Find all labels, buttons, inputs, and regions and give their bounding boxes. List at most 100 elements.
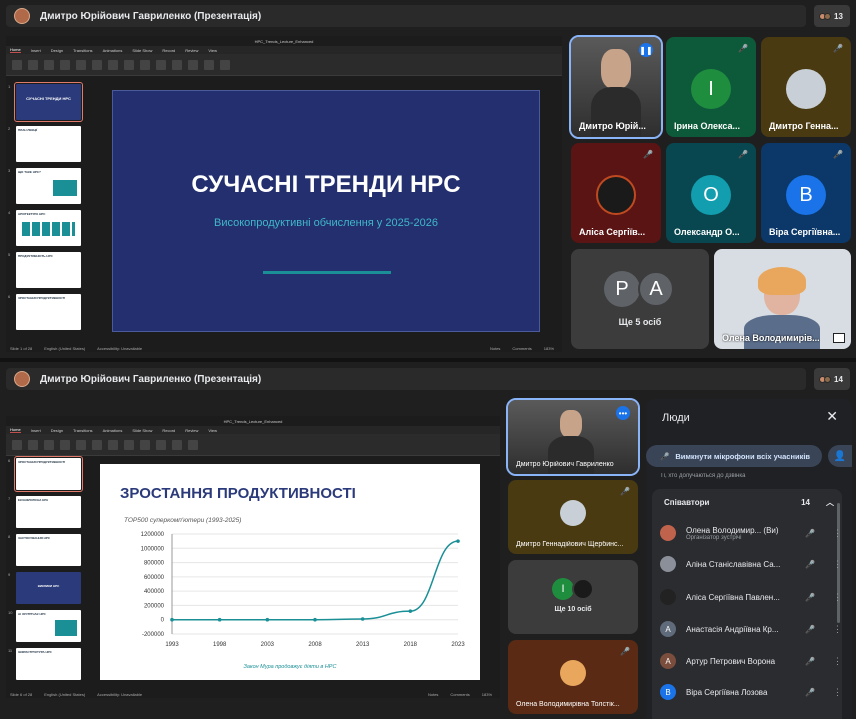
participant-row[interactable]: Аліса Сергіївна Павлен... 🎤 ⋮ [660,587,846,607]
thumb-3[interactable]: 3 ЩО ТАКЕ HPC? [8,168,81,204]
people-icon [819,375,832,383]
y-tick-label: 0 [161,618,165,624]
participant-row[interactable]: А Анастасія Андріївна Кр... 🎤 ⋮ [660,619,846,639]
tile-oleksandr[interactable]: 🎤 О Олександр О... [666,143,756,243]
ppt-menu-insert[interactable]: Insert [31,48,41,53]
main-slide: СУЧАСНІ ТРЕНДИ HPC Високопродуктивні обч… [112,90,540,332]
bottom-participant-count[interactable]: 14 [814,368,850,390]
section-header[interactable]: Співавтори 14 ︿ [664,495,834,509]
ppt-menu-home[interactable]: Home [10,47,21,53]
people-panel: Люди ✕ 🎤 Вимкнути мікрофони всіх учасник… [646,399,852,719]
thumb-6[interactable]: 6 ЗРОСТАННЯ ПРОДУКТИВНОСТІ [8,456,83,492]
add-people-button[interactable]: 👤 [828,445,852,467]
avatar-i: І [552,578,574,600]
thumb-8[interactable]: 8 ЗАСТОСУВАННЯ HPC [8,534,81,566]
presentation-title: Дмитро Юрійович Гавриленко (Презентація) [40,10,262,22]
participant-avatar: В [660,684,676,700]
participant-row[interactable]: А Артур Петрович Ворона 🎤 ⋮ [660,651,846,671]
participant-avatar: А [660,621,676,637]
slide-subtitle: Високопродуктивні обчислення у 2025-2026 [214,217,438,229]
chart-footer: Закон Мура продовжує діяти в HPC [244,664,337,670]
tile-dmytro-g[interactable]: 🎤 Дмитро Генна... [761,37,851,137]
thumb-10[interactable]: 10 AI ЗУСТРІЧАЄ HPC [8,610,81,642]
pip-icon[interactable] [833,333,845,343]
tile-olena-b[interactable]: 🎤 Олена Володимирівна Толстік... [508,640,638,714]
tile-iryna[interactable]: 🎤 І Ірина Олекса... [666,37,756,137]
top-participant-count[interactable]: 13 [814,5,850,27]
tile-olena[interactable]: Олена Володимирів... [714,249,851,349]
participant-name: Аліса Сергіївна Павлен... [686,592,780,602]
ppt-menu-review[interactable]: Review [185,48,198,53]
ppt-menu-record[interactable]: Record [162,48,175,53]
tile-dmytro-yu[interactable]: ❚❚ Дмитро Юрій... [569,35,663,139]
participant-name: Анастасія Андріївна Кр... [686,624,779,634]
ppt-menu-view[interactable]: View [208,48,217,53]
tile-alisa[interactable]: 🎤 Аліса Сергіїв... [571,143,661,243]
x-tick-label: 2003 [261,642,275,648]
people-title: Люди [662,412,690,424]
y-tick-label: 1000000 [141,546,165,552]
thumb-5[interactable]: 5 ПРОДУКТИВНІСТЬ HPC [8,252,81,288]
x-tick-label: 1998 [213,642,227,648]
chart-subtitle: TOP500 суперкомп'ютери (1993-2025) [124,517,241,524]
ppt-menu-transitions[interactable]: Transitions [73,48,92,53]
tile-dmytro-yu-b[interactable]: ••• Дмитро Юрійович Гавриленко [506,398,640,476]
y-tick-label: -200000 [142,632,165,638]
ppt-menu-insert[interactable]: Insert [31,428,41,433]
ppt-menu-slideshow[interactable]: Slide Show [132,48,152,53]
thumb-11[interactable]: 11 ІНФРАСТРУКТУРА HPC [8,648,81,680]
ppt-menu-design[interactable]: Design [51,428,63,433]
ppt-menu-slideshow[interactable]: Slide Show [132,428,152,433]
tile-vira[interactable]: 🎤 В Віра Сергіївна... [761,143,851,243]
mic-off-icon: 🎤 [660,451,670,461]
more-vert-icon[interactable]: ⋮ [833,592,842,603]
ppt-menu-animations[interactable]: Animations [103,428,123,433]
mute-all-button[interactable]: 🎤 Вимкнути мікрофони всіх учасників [646,445,822,467]
mic-off-icon: 🎤 [805,528,815,538]
ppt-menu-animations[interactable]: Animations [103,48,123,53]
close-icon[interactable]: ✕ [826,408,838,425]
ppt-ribbon [6,54,562,76]
tile-more-people[interactable]: Р А Ще 5 осіб [571,249,709,349]
more-people-label: Ще 10 осіб [554,606,592,613]
more-vert-icon[interactable]: ⋮ [833,624,842,635]
person-hair [758,267,806,295]
more-vert-icon[interactable]: ⋮ [833,528,842,539]
data-point [170,617,174,622]
participant-row[interactable]: В Віра Сергіївна Лозова 🎤 ⋮ [660,682,846,702]
avatar-dmytro-g [560,500,586,526]
ppt-menu-review[interactable]: Review [185,428,198,433]
ppt-menu-home[interactable]: Home [10,427,21,433]
more-vert-icon[interactable]: ⋮ [833,687,842,698]
tile-dmytro-g-b[interactable]: 🎤 Дмитро Геннадійович Щербинс... [508,480,638,554]
ppt-menu-design[interactable]: Design [51,48,63,53]
thumb-4[interactable]: 4 АРХІТЕКТУРА HPC [8,210,81,246]
mic-off-icon: 🎤 [620,486,630,496]
participant-row[interactable]: Аліна Станіславівна Са... 🎤 ⋮ [660,554,846,574]
participant-row[interactable]: Олена Володимир... (Ви) Організатор зустр… [660,523,846,543]
avatar-vira: В [786,175,826,215]
ppt-menu-transitions[interactable]: Transitions [73,428,92,433]
thumb-6[interactable]: 6 ЗРОСТАННЯ ПРОДУКТИВНОСТІ [8,294,81,330]
mic-off-icon: 🎤 [738,43,748,53]
person-head [601,49,631,89]
more-vert-icon[interactable]: ⋮ [833,559,842,570]
ppt-menu-record[interactable]: Record [162,428,175,433]
avatar-iryna: І [691,69,731,109]
tile-more-people-b[interactable]: І Ще 10 осіб [508,560,638,634]
ppt-menu-view[interactable]: View [208,428,217,433]
data-point [265,617,270,622]
thumb-9[interactable]: 9 ВИКЛИКИ HPC [8,572,81,604]
participant-name: Артур Петрович Ворона [686,656,776,666]
mic-off-icon: 🎤 [620,646,630,656]
bottom-shared-screen: HPC_Trends_Lecture_Enhanced Home Insert … [6,416,500,698]
chart-title: ЗРОСТАННЯ ПРОДУКТИВНОСТІ [120,485,356,502]
thumb-1[interactable]: 1 СУЧАСНІ ТРЕНДИ HPC [8,82,83,122]
y-tick-label: 1200000 [141,532,165,538]
more-vert-icon[interactable]: ⋮ [833,656,842,667]
thumb-7[interactable]: 7 ЕКЗАФЛОПСНА ЕРА [8,496,81,528]
thumb-2[interactable]: 2 ПЛАН ЛЕКЦІЇ [8,126,81,162]
data-point [408,609,413,613]
ppt-status-bar: Slide 1 of 28 English (United States) Ac… [6,344,562,352]
more-options-icon[interactable]: ••• [616,406,630,420]
